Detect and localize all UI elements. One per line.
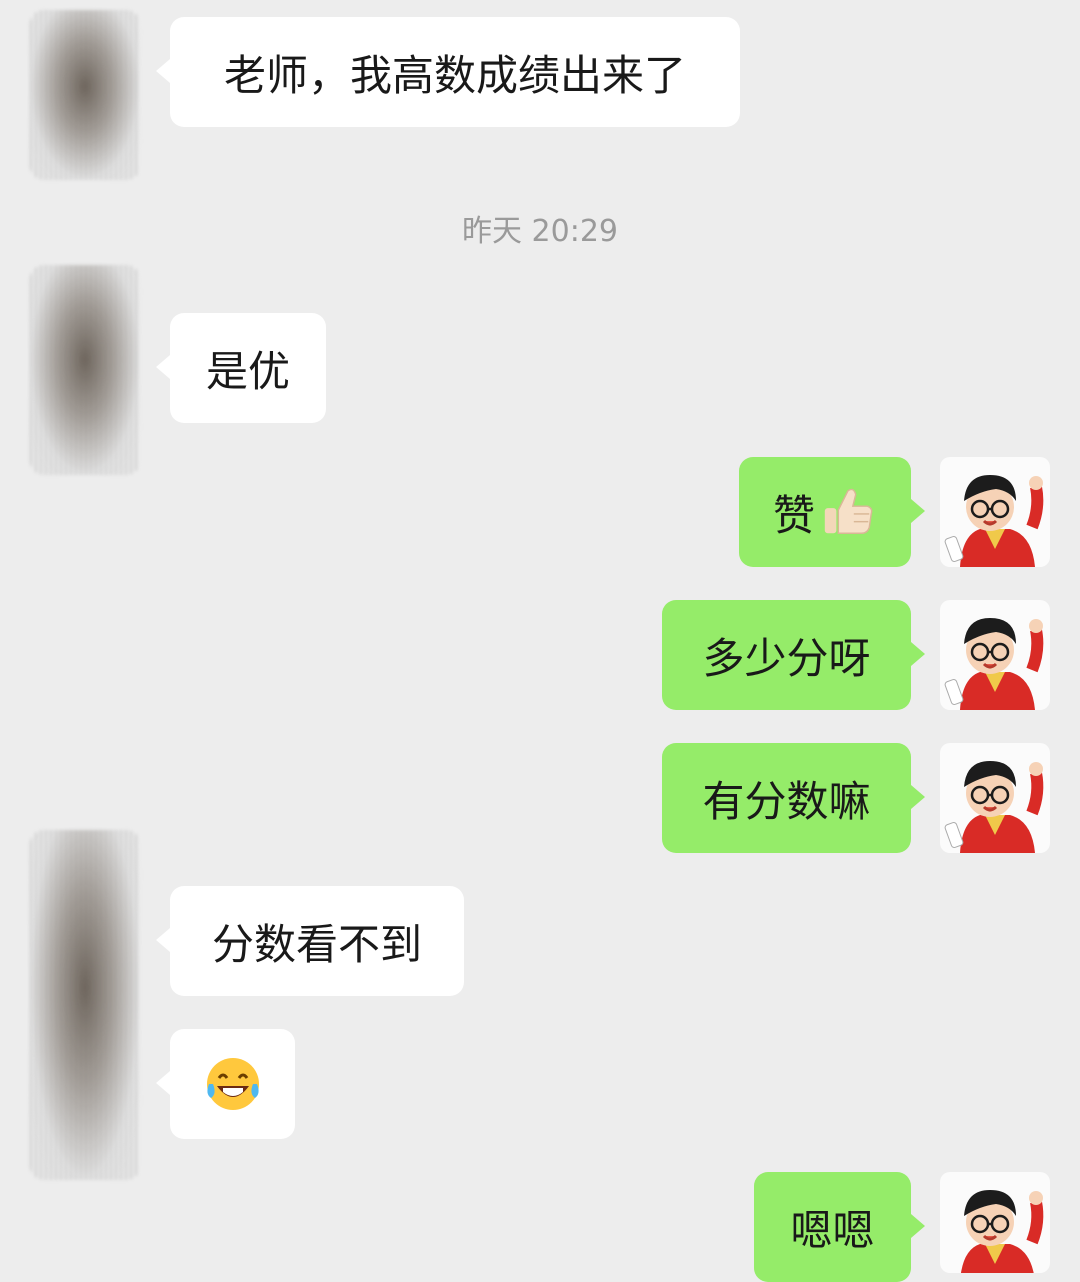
cartoon-graduate-icon xyxy=(944,761,1044,853)
sender-avatar[interactable] xyxy=(30,10,140,180)
sender-avatar[interactable] xyxy=(30,265,140,475)
cartoon-graduate-icon xyxy=(961,1190,1044,1273)
message-text: 老师，我高数成绩出来了 xyxy=(223,50,686,100)
message-bubble[interactable]: 赞 xyxy=(739,457,925,567)
my-avatar[interactable] xyxy=(940,457,1050,567)
chat-timestamp: 昨天 20:29 xyxy=(462,214,618,249)
message-bubble[interactable]: 有分数嘛 xyxy=(662,743,925,853)
message-text: 分数看不到 xyxy=(211,919,422,969)
message-text: 嗯嗯 xyxy=(790,1205,875,1255)
sender-avatar[interactable] xyxy=(30,830,140,1180)
message-text: 有分数嘛 xyxy=(702,776,871,826)
message-text: 赞 xyxy=(772,490,815,540)
message-bubble[interactable]: 多少分呀 xyxy=(662,600,925,710)
message-bubble[interactable]: 老师，我高数成绩出来了 xyxy=(156,17,740,127)
my-avatar[interactable] xyxy=(940,1172,1050,1273)
message-text: 是优 xyxy=(205,346,290,396)
message-bubble[interactable]: 分数看不到 xyxy=(156,886,464,996)
message-bubble[interactable]: 是优 xyxy=(156,313,326,423)
my-avatar[interactable] xyxy=(940,600,1050,710)
message-bubble[interactable] xyxy=(156,1029,295,1139)
cartoon-graduate-icon xyxy=(944,475,1044,567)
my-avatar[interactable] xyxy=(940,743,1050,853)
cartoon-graduate-icon xyxy=(944,618,1044,710)
message-bubble[interactable]: 嗯嗯 xyxy=(754,1172,925,1282)
message-text: 多少分呀 xyxy=(702,633,871,683)
laughing-tears-icon xyxy=(206,1058,259,1110)
thumbs-up-icon xyxy=(824,488,873,534)
